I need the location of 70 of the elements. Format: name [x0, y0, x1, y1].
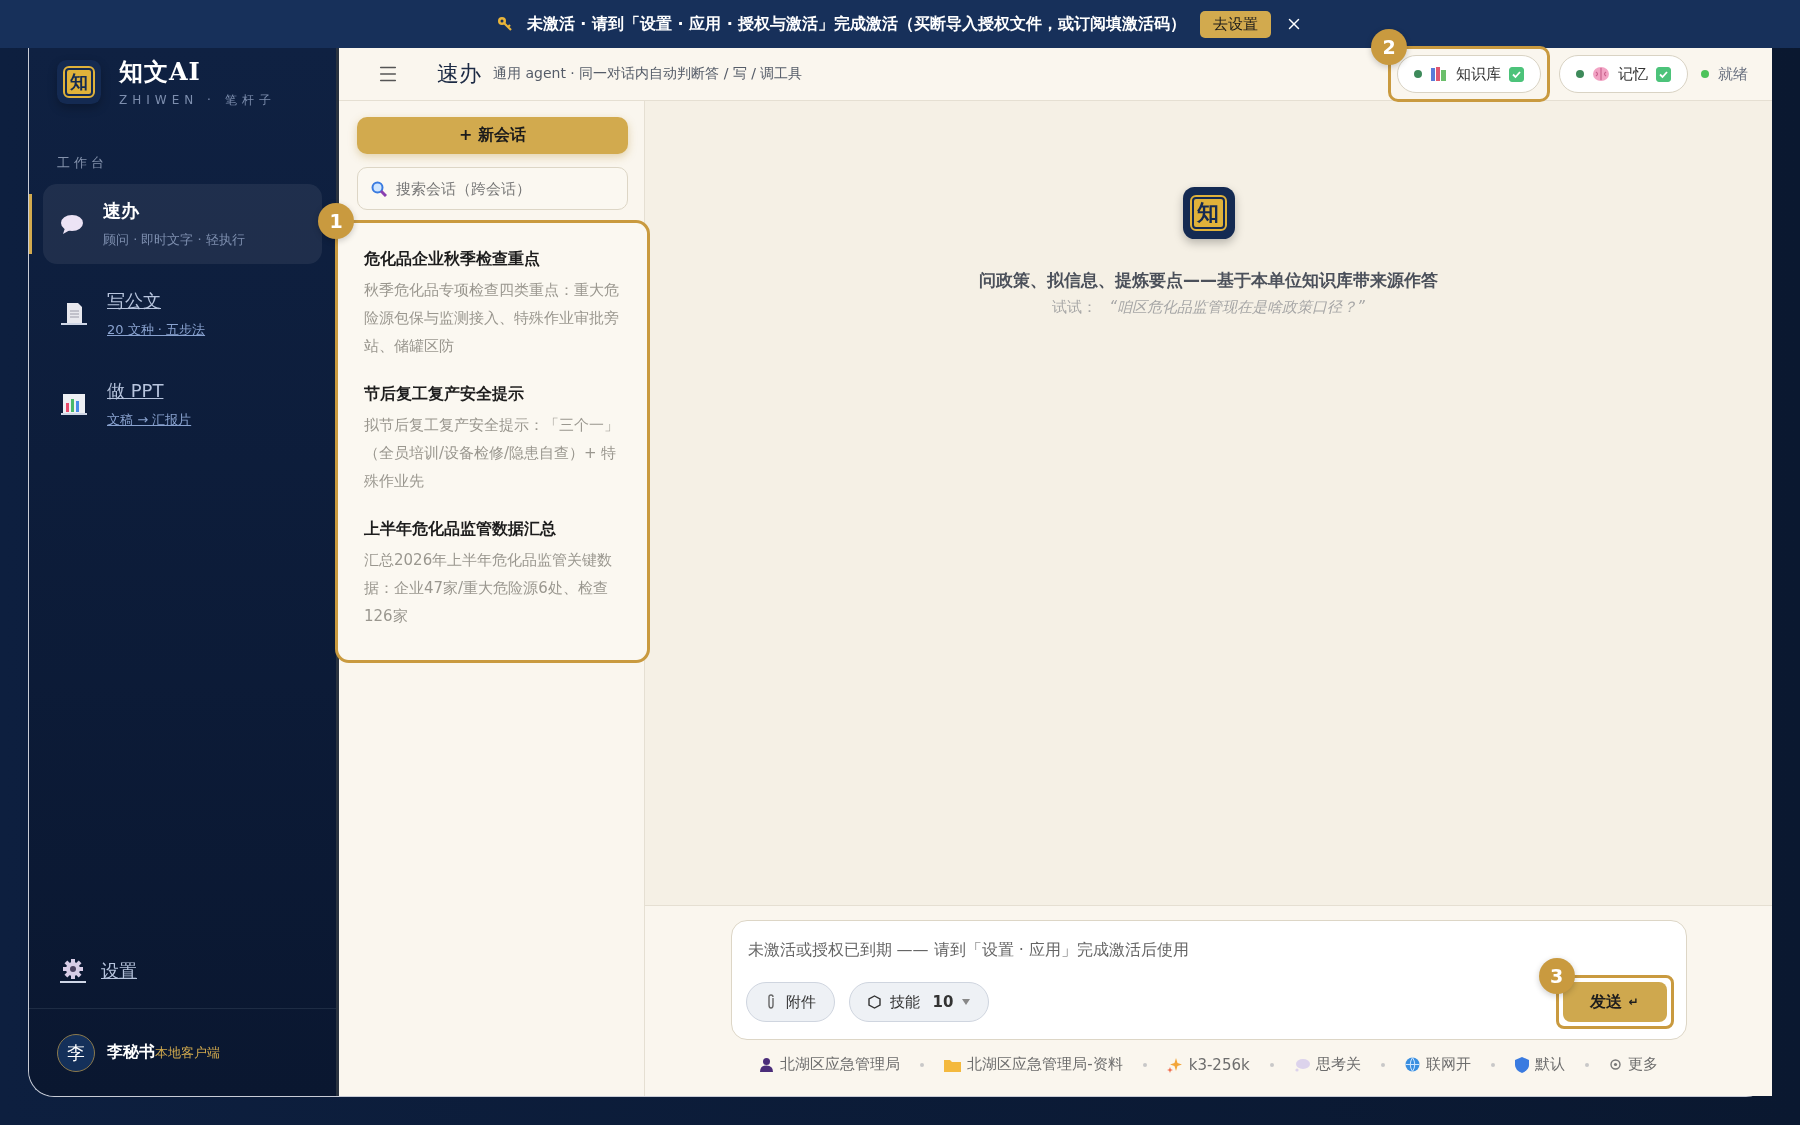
new-chat-button[interactable]: + 新会话	[357, 117, 628, 154]
skills-button[interactable]: 技能 10	[848, 982, 990, 1022]
hexagon-icon	[867, 995, 881, 1009]
conversation-title: 上半年危化品监管数据汇总	[364, 519, 557, 540]
status-dot-icon	[1414, 70, 1422, 78]
logo-icon: 知	[1182, 187, 1235, 239]
settings-icon	[59, 958, 87, 984]
settings-icon	[1608, 1058, 1622, 1071]
conversation-item[interactable]: 上半年危化品监管数据汇总 汇总2026年上半年危化品监管关键数据：企业47家/重大危险源6处、检查126家	[364, 505, 631, 640]
logo-icon: 知	[57, 60, 101, 104]
key-icon	[496, 16, 513, 32]
banner-message: 未激活 · 请到「设置 · 应用 · 授权与激活」完成激活（买断导入授权文件，或订阅填激活码）	[526, 13, 1187, 35]
status-item[interactable]: k3-256k	[1188, 1055, 1250, 1074]
folder-icon	[944, 1057, 962, 1072]
brand-name: 知文AI	[119, 55, 202, 88]
status-item[interactable]: 更多	[1627, 1055, 1658, 1074]
toggle-chip[interactable]: 知识库	[1397, 55, 1541, 93]
user-name: 李秘书	[107, 1042, 155, 1063]
send-button[interactable]: 发送 ↵	[1562, 982, 1667, 1022]
speech-bubble-icon	[59, 213, 85, 235]
document-icon	[59, 301, 89, 327]
conversation-title: 危化品企业秋季检查重点	[364, 249, 541, 270]
bar-chart-icon	[59, 391, 89, 417]
person-icon	[759, 1057, 775, 1072]
settings-link[interactable]: 设置	[101, 959, 137, 983]
example-prompt: “咱区危化品监管现在是啥政策口径？”	[1109, 298, 1365, 317]
conversation-item[interactable]: 危化品企业秋季检查重点 秋季危化品专项检查四类重点：重大危险源包保与监测接入、特殊作业审批旁站、储罐区防	[364, 235, 631, 370]
nav-subtitle: 20 文种 · 五步法	[107, 321, 206, 339]
settings-button[interactable]: 去设置	[1200, 10, 1272, 38]
status-text: 就绪	[1718, 64, 1748, 84]
conversation-snippet: 汇总2026年上半年危化品监管关键数据：企业47家/重大危险源6处、检查126家	[364, 550, 614, 627]
nav-subtitle: 文稿 → 汇报片	[107, 411, 192, 429]
status-item[interactable]: 北湖区应急管理局	[780, 1055, 901, 1074]
status-dot-icon	[1576, 70, 1584, 78]
conversation-snippet: 拟节后复工复产安全提示：「三个一」（全员培训/设备检修/隐患自查）+ 特殊作业先	[364, 415, 620, 492]
search-field[interactable]: 搜索会话（跨会话）	[357, 167, 628, 210]
caret-icon	[962, 999, 971, 1005]
attach-button[interactable]: 附件	[745, 982, 835, 1022]
globe-icon	[1404, 1057, 1420, 1072]
nav-title: 写公文	[107, 289, 162, 313]
status-item[interactable]: 联网开	[1425, 1055, 1471, 1074]
shield-icon	[1514, 1056, 1529, 1073]
chip-label: 知识库	[1456, 64, 1501, 84]
toggle-chip[interactable]: 记忆	[1559, 55, 1688, 93]
page-title: 速办	[437, 60, 481, 88]
status-dot-icon	[1701, 70, 1709, 78]
nav-title: 速办	[103, 199, 140, 223]
books-icon	[1430, 66, 1448, 82]
checkbox[interactable]	[1509, 66, 1524, 82]
welcome-headline: 问政策、拟信息、提炼要点——基于本单位知识库带来源作答	[979, 269, 1438, 292]
chip-label: 记忆	[1618, 64, 1648, 84]
checkbox[interactable]	[1656, 66, 1671, 82]
nav-subtitle: 顾问 · 即时文字 · 轻执行	[103, 231, 245, 249]
brain-icon	[1592, 66, 1610, 82]
step-badge: 3	[1538, 958, 1575, 994]
client-tag: 本地客户端	[155, 1044, 220, 1062]
status-item[interactable]: 北湖区应急管理局-资料	[967, 1055, 1123, 1074]
conversation-item[interactable]: 节后复工复产安全提示 拟节后复工复产安全提示：「三个一」（全员培训/设备检修/隐患自查）+ 特殊作业先	[364, 370, 631, 505]
user-avatar: 李	[57, 1033, 95, 1072]
status-item[interactable]: 思考关	[1315, 1055, 1361, 1074]
hint-label: 试试：	[1052, 298, 1098, 317]
status-item[interactable]: 默认	[1534, 1055, 1565, 1074]
section-label: 工作台	[57, 154, 108, 172]
brand-tagline: ZHIWEN · 笔杆子	[119, 91, 276, 109]
thought-bubble-icon	[1293, 1057, 1310, 1072]
conversation-snippet: 秋季危化品专项检查四类重点：重大危险源包保与监测接入、特殊作业审批旁站、储罐区防	[364, 280, 620, 357]
conversation-title: 节后复工复产安全提示	[364, 384, 525, 405]
nav-title: 做 PPT	[107, 379, 165, 403]
search-icon	[371, 181, 387, 197]
page-subtitle: 通用 agent · 同一对话内自动判断答 / 写 / 调工具	[493, 65, 803, 83]
